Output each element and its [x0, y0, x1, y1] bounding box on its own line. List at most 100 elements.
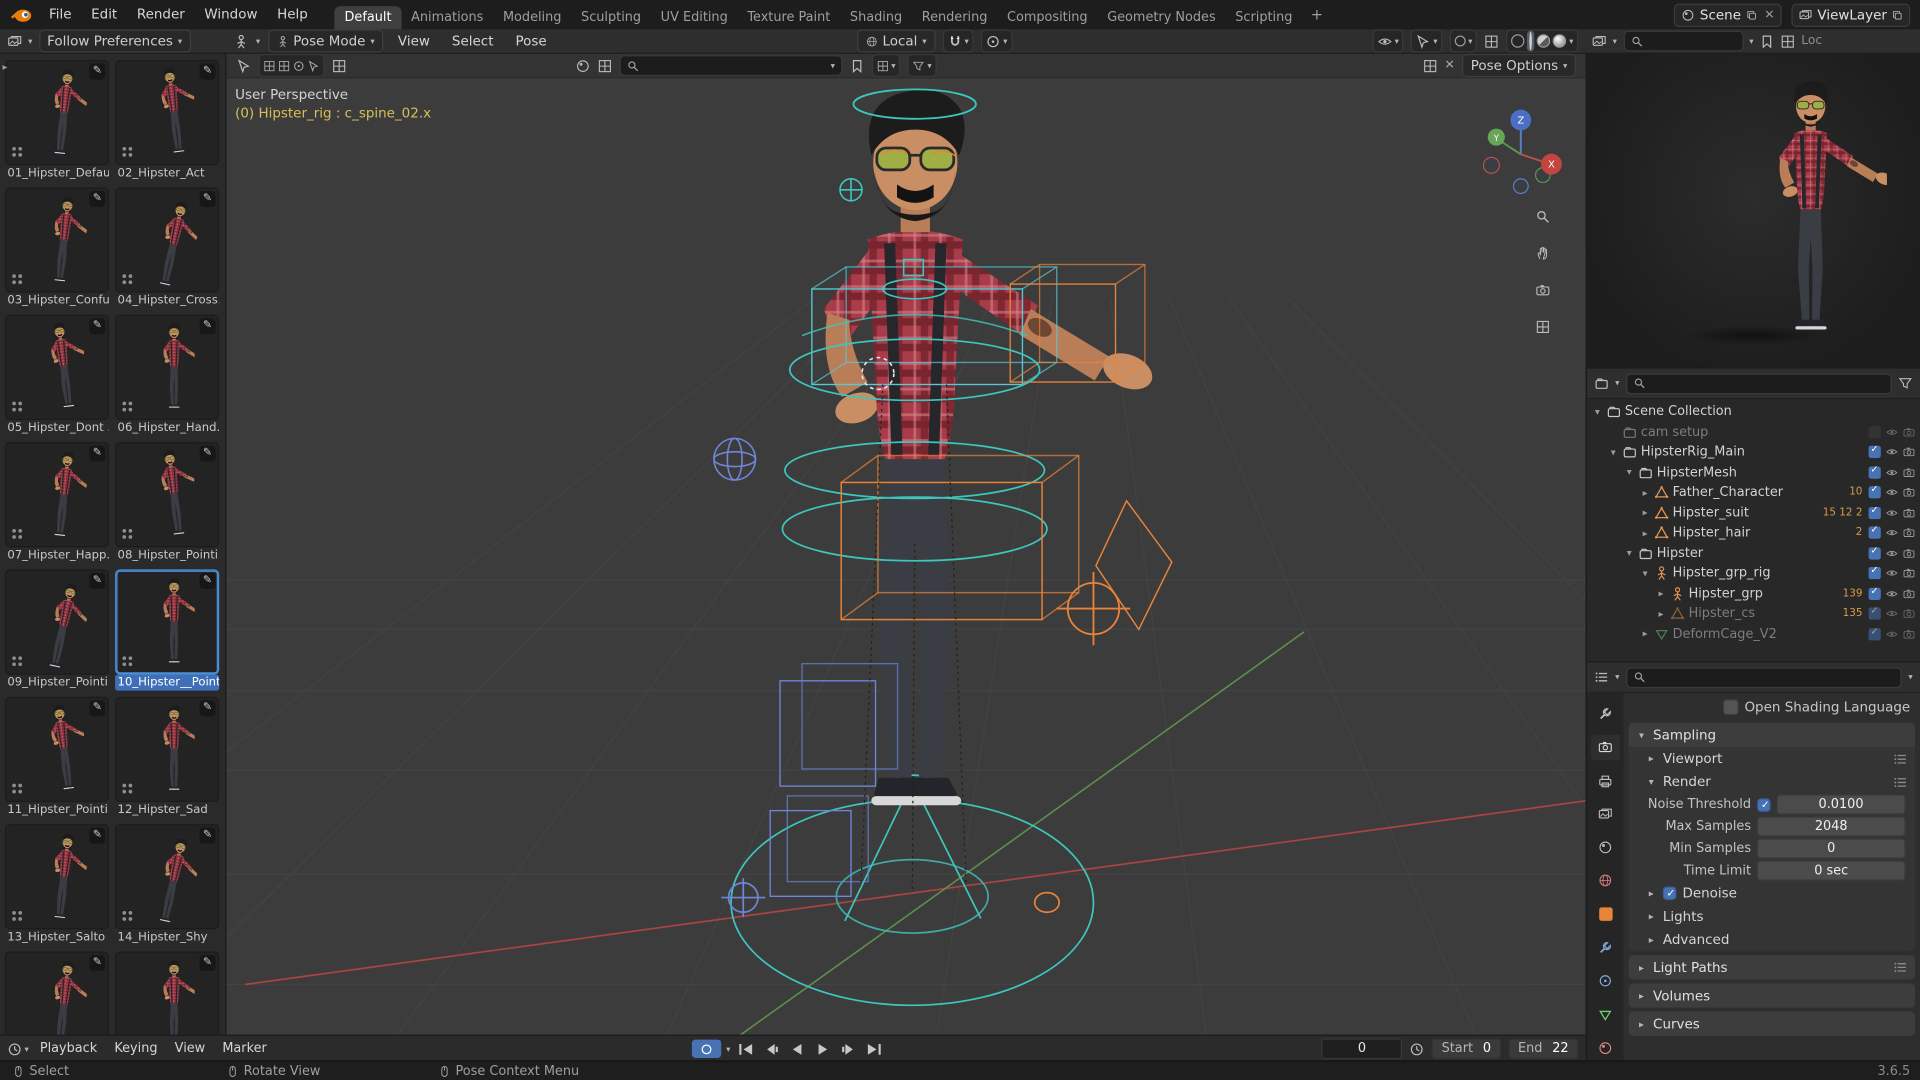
timeline-editor-icon[interactable]	[7, 1041, 22, 1056]
display-settings-dropdown[interactable]: ▾	[872, 54, 901, 77]
workspace-tab[interactable]: Scripting	[1225, 6, 1302, 29]
outliner-row[interactable]: ▾ Scene Collection	[1587, 402, 1920, 422]
pose-thumbnail-image[interactable]: ✎	[115, 824, 219, 929]
pose-thumbnail-image[interactable]: ✎	[115, 442, 219, 547]
properties-search[interactable]	[1626, 667, 1903, 688]
hide-eye-icon[interactable]	[1886, 608, 1898, 620]
edit-pose-icon[interactable]: ✎	[200, 446, 216, 462]
hide-eye-icon[interactable]	[1886, 527, 1898, 539]
tab-modifiers[interactable]	[1591, 935, 1620, 960]
tab-view-layer[interactable]	[1591, 802, 1620, 827]
elbow-pole-target[interactable]	[714, 438, 756, 480]
lights-subpanel-header[interactable]: ▸ Lights	[1629, 905, 1916, 928]
pan-hand-button[interactable]	[1529, 240, 1556, 267]
denoise-subpanel-header[interactable]: ▸ Denoise	[1629, 882, 1916, 905]
edit-pose-icon[interactable]: ✎	[89, 700, 105, 716]
outliner-search-input[interactable]	[1650, 376, 1884, 391]
select-menu[interactable]: Select	[445, 29, 501, 53]
outliner-item-label[interactable]: Scene Collection	[1625, 404, 1859, 419]
tab-render[interactable]	[1591, 735, 1620, 760]
pose-menu[interactable]: Pose	[508, 29, 554, 53]
expand-caret-icon[interactable]: ▸	[1640, 487, 1651, 498]
chevron-down-icon[interactable]: ▾	[1615, 378, 1619, 388]
pose-thumbnail[interactable]: ✎ 08_Hipster_Pointi...	[115, 442, 219, 563]
denoise-checkbox[interactable]	[1663, 887, 1676, 900]
box-select-icon[interactable]	[278, 59, 290, 71]
tab-object-data[interactable]	[1591, 1002, 1620, 1027]
hide-eye-icon[interactable]	[1886, 587, 1898, 599]
expand-caret-icon[interactable]: ▾	[1592, 406, 1603, 417]
workspace-tab[interactable]: Default	[335, 6, 402, 29]
proportional-editing-controls[interactable]: ▾	[981, 29, 1012, 52]
pose-thumbnail[interactable]: ✎ 12_Hipster_Sad	[115, 697, 219, 818]
pose-thumbnail[interactable]: ✎ 03_Hipster_Confu...	[5, 187, 109, 308]
edit-pose-icon[interactable]: ✎	[89, 828, 105, 844]
new-scene-icon[interactable]	[1746, 9, 1757, 20]
outliner-row[interactable]: ▸ Father_Character 10	[1587, 482, 1920, 502]
tab-material[interactable]	[1591, 1035, 1620, 1060]
edit-pose-icon[interactable]: ✎	[89, 955, 105, 971]
axis-z-negative[interactable]	[1513, 179, 1528, 194]
tab-output[interactable]	[1591, 768, 1620, 793]
shading-mode-switch[interactable]: ▾	[1507, 29, 1579, 52]
pose-thumbnail-image[interactable]: ✎	[115, 60, 219, 165]
blender-logo-icon[interactable]	[10, 6, 34, 23]
pose-thumbnail-image[interactable]: ✎	[115, 697, 219, 802]
camera-view-button[interactable]	[1529, 277, 1556, 304]
image-editor-icon[interactable]	[1592, 34, 1607, 49]
pose-thumbnail-image[interactable]: ✎	[5, 569, 109, 674]
advanced-subpanel-header[interactable]: ▸ Advanced	[1629, 928, 1916, 951]
outliner-row[interactable]: ▸ Hipster_grp 139	[1587, 583, 1920, 603]
wireframe-shading-icon[interactable]	[1512, 34, 1525, 47]
expand-caret-icon[interactable]: ▾	[1608, 447, 1619, 458]
timeline-menu-item[interactable]: Keying	[106, 1036, 166, 1062]
chevron-down-icon[interactable]: ▾	[831, 61, 835, 71]
pose-thumbnail-image[interactable]: ✎	[115, 187, 219, 292]
editor-type-caret-icon[interactable]: ▾	[1613, 36, 1617, 46]
tab-tool[interactable]	[1591, 702, 1620, 727]
exclude-checkbox[interactable]	[1869, 628, 1881, 640]
pose-thumbnail[interactable]: ✎ 09_Hipster_Pointi...	[5, 569, 109, 690]
expand-caret-icon[interactable]: ▸	[1640, 507, 1651, 518]
foot-ik-target-left[interactable]	[721, 878, 765, 917]
time-limit-field[interactable]: 0 sec	[1757, 861, 1905, 881]
outliner-item-label[interactable]: Hipster_hair	[1673, 526, 1852, 541]
outliner-row[interactable]: ▸ DeformCage_V2	[1587, 624, 1920, 644]
expand-caret-icon[interactable]: ▾	[1624, 467, 1635, 478]
outliner-item-label[interactable]: Hipster_grp_rig	[1673, 566, 1859, 581]
edit-pose-icon[interactable]: ✎	[89, 446, 105, 462]
overlays-dropdown[interactable]: ▾	[1450, 29, 1478, 52]
outliner-item-label[interactable]: Hipster	[1657, 546, 1859, 561]
fullscreen-icon[interactable]	[1422, 58, 1437, 73]
timeline-menu-item[interactable]: View	[166, 1036, 214, 1062]
current-frame-field[interactable]: 0	[1322, 1038, 1403, 1059]
pose-thumbnail-image[interactable]: ✎	[115, 315, 219, 420]
clock-icon[interactable]	[1410, 1041, 1425, 1056]
properties-editor-icon[interactable]	[1594, 670, 1609, 685]
view-menu[interactable]: View	[391, 29, 438, 53]
chevron-down-icon[interactable]: ▾	[1615, 672, 1619, 682]
disable-render-icon[interactable]	[1903, 608, 1915, 620]
curves-header[interactable]: ▸ Curves	[1629, 1011, 1916, 1035]
pose-thumbnail-image[interactable]: ✎	[5, 187, 109, 292]
properties-search-input[interactable]	[1650, 670, 1895, 685]
transform-orientation-dropdown[interactable]: Local ▾	[857, 29, 935, 52]
outliner-item-label[interactable]: HipsterRig_Main	[1641, 445, 1859, 460]
new-viewlayer-icon[interactable]	[1892, 9, 1903, 20]
preview-search-input[interactable]	[1648, 34, 1736, 49]
exclude-checkbox[interactable]	[1869, 486, 1881, 498]
edit-pose-icon[interactable]: ✎	[89, 191, 105, 207]
select-mode-group[interactable]	[258, 54, 324, 77]
viewlayer-selector[interactable]: ViewLayer	[1792, 3, 1911, 26]
outliner-display-mode-icon[interactable]	[1594, 376, 1609, 391]
outliner-item-label[interactable]: Father_Character	[1673, 485, 1846, 500]
pose-thumbnail[interactable]: ✎ 14_Hipster_Shy	[115, 824, 219, 945]
menu-item[interactable]: Render	[127, 0, 195, 29]
disable-render-icon[interactable]	[1903, 587, 1915, 599]
outliner-item-label[interactable]: Hipster_suit	[1673, 505, 1819, 520]
pose-thumbnail-image[interactable]: ✎	[5, 315, 109, 420]
pose-thumbnail-image[interactable]: ✎	[5, 60, 109, 165]
pose-thumbnail[interactable]: ✎ 02_Hipster_Act	[115, 60, 219, 181]
pose-thumbnail[interactable]: ✎ 04_Hipster_Cross...	[115, 187, 219, 308]
outliner-item-label[interactable]: DeformCage_V2	[1673, 627, 1859, 642]
